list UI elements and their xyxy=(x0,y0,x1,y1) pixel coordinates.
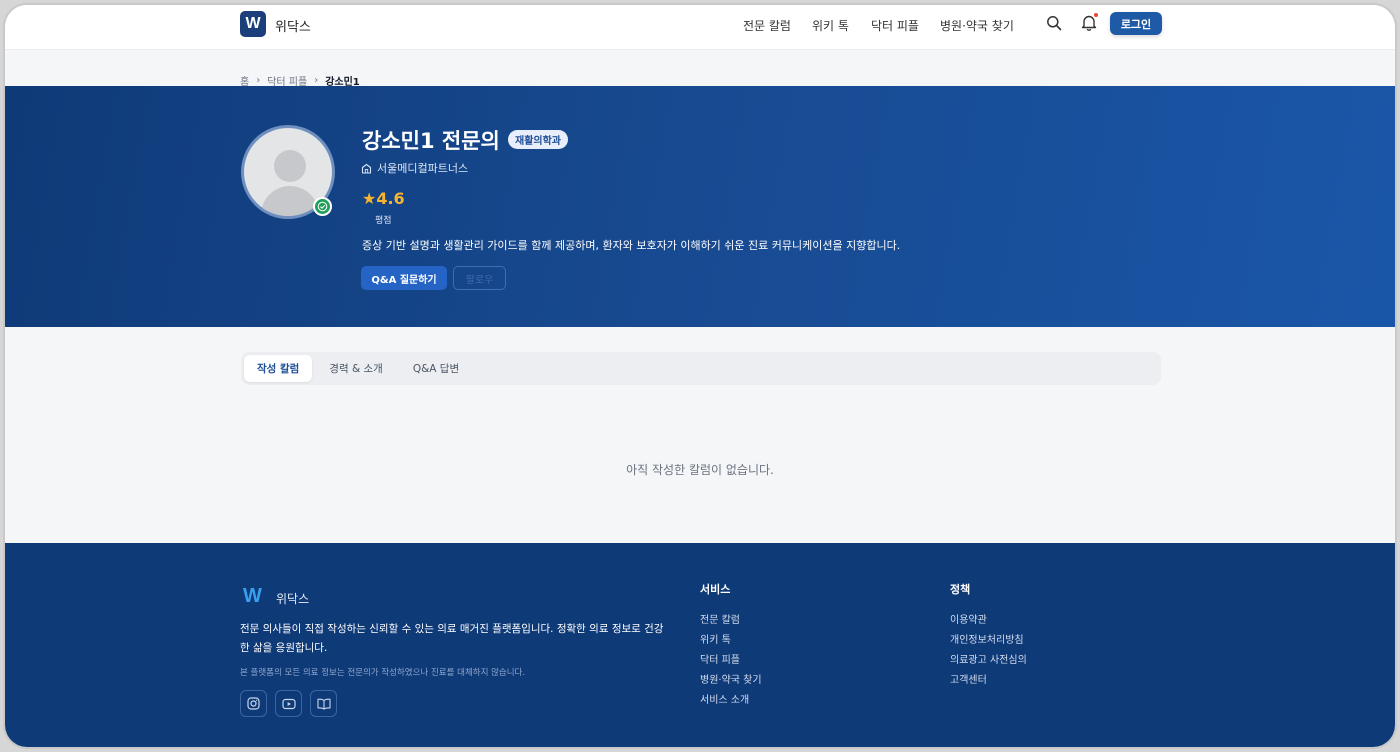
follow-button[interactable]: 팔로우 xyxy=(453,266,506,290)
footer-link-doctor-people[interactable]: 닥터 피플 xyxy=(700,651,740,666)
book-icon[interactable] xyxy=(310,690,337,717)
logo-letter: W xyxy=(245,15,261,32)
browser-viewport: W 위닥스 전문 칼럼 위키 톡 닥터 피플 병원·약국 찾기 로그인 홈 › … xyxy=(3,3,1397,749)
qa-ask-button[interactable]: Q&A 질문하기 xyxy=(361,266,447,290)
doctor-intro: 증상 기반 설명과 생활관리 가이드를 함께 제공하며, 환자와 보호자가 이해… xyxy=(362,239,901,252)
tab-career-intro[interactable]: 경력 & 소개 xyxy=(316,355,396,382)
footer-link-wiki-talk[interactable]: 위키 톡 xyxy=(700,631,731,646)
footer-link-privacy[interactable]: 개인정보처리방침 xyxy=(950,631,1024,646)
search-icon[interactable] xyxy=(1046,15,1062,31)
nav-wiki-talk[interactable]: 위키 톡 xyxy=(812,17,849,34)
specialty-badge: 재활의학과 xyxy=(508,130,568,149)
tab-qa-answers[interactable]: Q&A 답변 xyxy=(400,355,472,382)
avatar-body-shape xyxy=(261,186,319,216)
footer-link-columns[interactable]: 전문 칼럼 xyxy=(700,611,740,626)
building-icon xyxy=(361,163,372,174)
footer-logo[interactable]: W xyxy=(243,585,262,608)
footer-disclaimer: 본 플랫폼의 모든 의료 정보는 전문의가 작성하였으나 진료를 대체하지 않습… xyxy=(240,668,526,678)
verified-check-icon xyxy=(313,197,332,216)
notification-dot xyxy=(1094,13,1098,17)
rating: ★4.6 xyxy=(362,189,405,208)
avatar-head-shape xyxy=(274,150,306,182)
tab-columns[interactable]: 작성 칼럼 xyxy=(244,355,313,382)
instagram-icon[interactable] xyxy=(240,690,267,717)
doctor-name: 강소민1 전문의 xyxy=(362,129,500,153)
profile-tabs: 작성 칼럼 경력 & 소개 Q&A 답변 xyxy=(241,352,1161,385)
rating-value: 4.6 xyxy=(376,189,405,208)
breadcrumb-separator: › xyxy=(256,75,261,86)
footer-brand: 위닥스 xyxy=(276,592,310,606)
nav-hospital-pharmacy[interactable]: 병원·약국 찾기 xyxy=(940,17,1014,34)
profile-hero: 강소민1 전문의 재활의학과 서울메디컬파트너스 ★4.6 평점 증상 기반 설… xyxy=(5,86,1395,327)
site-footer: W 위닥스 전문 의사들이 직접 작성하는 신뢰할 수 있는 의료 매거진 플랫… xyxy=(5,543,1395,747)
empty-state-message: 아직 작성한 칼럼이 없습니다. xyxy=(626,463,774,477)
brand-name[interactable]: 위닥스 xyxy=(275,16,311,35)
login-button[interactable]: 로그인 xyxy=(1110,12,1162,35)
footer-services-title: 서비스 xyxy=(700,583,731,596)
footer-link-ad-review[interactable]: 의료광고 사전심의 xyxy=(950,651,1027,666)
footer-link-customer-center[interactable]: 고객센터 xyxy=(950,671,987,686)
footer-policy-title: 정책 xyxy=(950,583,971,596)
nav-doctor-people[interactable]: 닥터 피플 xyxy=(871,17,919,34)
breadcrumb-separator: › xyxy=(314,75,319,86)
rating-label: 평점 xyxy=(375,216,392,226)
hospital-info: 서울메디컬파트너스 xyxy=(361,160,468,176)
footer-link-terms[interactable]: 이용약관 xyxy=(950,611,987,626)
youtube-icon[interactable] xyxy=(275,690,302,717)
nav-columns[interactable]: 전문 칼럼 xyxy=(743,17,791,34)
footer-link-service-intro[interactable]: 서비스 소개 xyxy=(700,691,749,706)
site-header: W 위닥스 전문 칼럼 위키 톡 닥터 피플 병원·약국 찾기 로그인 xyxy=(5,5,1395,50)
hospital-name[interactable]: 서울메디컬파트너스 xyxy=(377,160,468,176)
footer-link-hospital-pharmacy[interactable]: 병원·약국 찾기 xyxy=(700,671,762,686)
star-icon: ★ xyxy=(362,189,377,208)
logo[interactable]: W xyxy=(240,11,266,37)
footer-description: 전문 의사들이 직접 작성하는 신뢰할 수 있는 의료 매거진 플랫폼입니다. … xyxy=(240,623,664,654)
